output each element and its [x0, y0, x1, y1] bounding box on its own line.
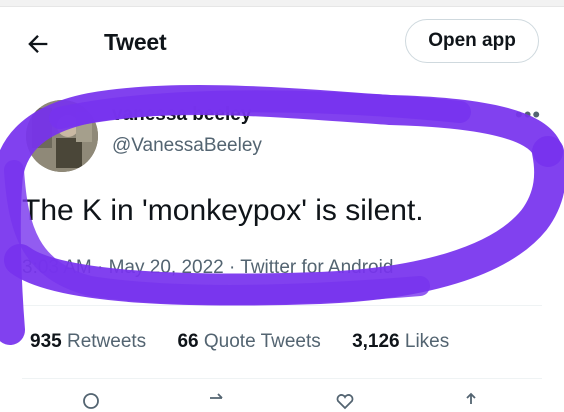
author-handle[interactable]: @VanessaBeeley — [112, 135, 262, 157]
arrow-left-icon[interactable] — [24, 30, 52, 58]
divider — [22, 305, 542, 306]
like-icon[interactable] — [336, 392, 354, 410]
share-icon[interactable] — [462, 392, 480, 410]
tweet-timestamp[interactable]: 3:03 AM · May 20, 2022 · Twitter for And… — [22, 257, 393, 279]
action-bar — [0, 392, 564, 412]
avatar-photo — [26, 100, 98, 172]
likes-stat[interactable]: 3,126 Likes — [352, 331, 449, 353]
more-options-icon[interactable]: ••• — [515, 102, 541, 128]
retweet-icon[interactable] — [208, 392, 226, 410]
author-name[interactable]: vanessa beeley — [112, 104, 251, 126]
tweet-text: The K in 'monkeypox' is silent. — [22, 194, 424, 227]
retweets-stat[interactable]: 935 Retweets — [30, 331, 146, 353]
quote-tweets-stat[interactable]: 66 Quote Tweets — [177, 331, 320, 353]
divider — [22, 378, 542, 379]
page-title: Tweet — [104, 29, 167, 55]
avatar[interactable] — [26, 100, 98, 172]
open-app-button[interactable]: Open app — [405, 19, 539, 63]
reply-icon[interactable] — [82, 392, 100, 410]
tweet-header: Tweet Open app — [0, 6, 564, 80]
tweet-stats: 935 Retweets 66 Quote Tweets 3,126 Likes — [30, 331, 475, 353]
